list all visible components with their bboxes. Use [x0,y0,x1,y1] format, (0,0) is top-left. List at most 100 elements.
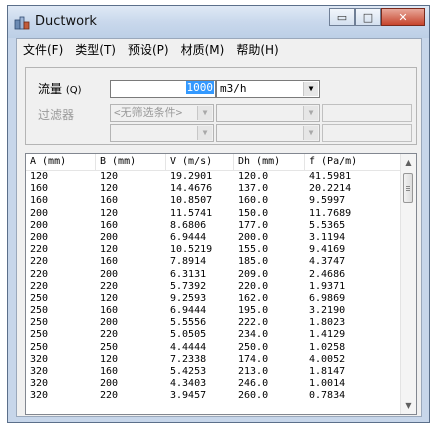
table-row[interactable]: 120 120 19.2901 120.0 41.5981 [26,171,401,183]
table-row[interactable]: 200 200 6.9444 200.0 3.1194 [26,232,401,244]
filter-select-1[interactable]: <无筛选条件> ▼ [110,104,214,122]
table-cell: 213.0 [238,366,269,377]
table-cell: 250 [100,341,119,353]
table-cell: 250 [30,305,49,317]
menu-file[interactable]: 文件(F) [17,39,69,61]
scroll-thumb[interactable] [403,173,413,203]
table-cell: 200 [100,317,119,329]
table-cell: 11.7689 [309,207,352,219]
filter-select-4[interactable]: ▼ [216,124,320,142]
table-row[interactable]: 250 220 5.0505 234.0 1.4129 [26,329,401,341]
table-cell: 120 [100,244,119,256]
title-bar[interactable]: Ductwork ▭ □ ✕ [8,6,429,38]
filter-label: 过滤器 [38,108,75,122]
table-row[interactable]: 220 160 7.8914 185.0 4.3747 [26,256,401,268]
table-cell: 120 [100,183,119,195]
table-cell: 14.4676 [170,183,213,195]
table-row[interactable]: 250 200 5.5556 222.0 1.8023 [26,317,401,329]
table-cell: 5.7392 [170,280,207,292]
table-cell: 150.0 [238,207,269,219]
table-body: 120 120 19.2901 120.0 41.5981 160 120 14.4676 13… [26,171,401,403]
table-cell: 1.4129 [309,329,346,341]
table-cell: 9.5997 [309,195,346,207]
filter-placeholder: <无筛选条件> [114,106,183,119]
column-header-dh[interactable]: Dh (mm) [234,154,305,170]
results-table[interactable]: A (mm) B (mm) V (m/s) Dh (mm) f (Pa/m) 1… [25,153,417,415]
table-cell: 162.0 [238,292,269,304]
table-row[interactable]: 320 200 4.3403 246.0 1.0014 [26,378,401,390]
table-row[interactable]: 160 160 10.8507 160.0 9.5997 [26,195,401,207]
table-cell: 41.5981 [309,171,352,182]
filter-value-input-1[interactable] [322,104,412,122]
chevron-down-icon: ▼ [303,82,318,96]
menu-preset[interactable]: 预设(P) [122,39,175,61]
caption-buttons: ▭ □ ✕ [329,8,425,26]
table-row[interactable]: 250 120 9.2593 162.0 6.9869 [26,293,401,305]
table-cell: 250 [30,292,49,304]
table-cell: 220.0 [238,280,269,292]
filter-value-input-2[interactable] [322,124,412,142]
minimize-button[interactable]: ▭ [329,8,355,26]
table-cell: 6.3131 [170,268,207,280]
filter-select-3[interactable]: ▼ [110,124,214,142]
table-cell: 185.0 [238,256,269,268]
column-header-a[interactable]: A (mm) [26,154,96,170]
table-row[interactable]: 320 220 3.9457 260.0 0.7834 [26,390,401,402]
table-cell: 320 [30,390,49,402]
app-window: Ductwork ▭ □ ✕ 文件(F) 类型(T) 预设(P) 材质(M) 帮… [7,5,430,423]
table-cell: 137.0 [238,183,269,195]
table-cell: 7.2338 [170,353,207,365]
menu-help[interactable]: 帮助(H) [230,39,284,61]
table-cell: 246.0 [238,378,269,390]
table-cell: 7.8914 [170,256,207,268]
table-cell: 1.8147 [309,366,346,377]
table-cell: 160 [100,305,119,317]
maximize-button[interactable]: □ [355,8,381,26]
filter-select-2[interactable]: ▼ [216,104,320,122]
table-row[interactable]: 320 160 5.4253 213.0 1.8147 [26,366,401,378]
table-cell: 200 [30,219,49,231]
table-cell: 220 [100,390,119,402]
flow-unit-select[interactable]: m3/h ▼ [216,80,320,98]
scroll-down-icon[interactable]: ▼ [401,398,416,413]
table-row[interactable]: 320 120 7.2338 174.0 4.0052 [26,354,401,366]
chevron-down-icon: ▼ [303,126,318,140]
table-cell: 320 [30,353,49,365]
table-row[interactable]: 220 120 10.5219 155.0 9.4169 [26,244,401,256]
column-header-f[interactable]: f (Pa/m) [305,154,401,170]
table-cell: 320 [30,366,49,377]
window-title: Ductwork [35,14,97,29]
table-cell: 5.0505 [170,329,207,341]
scroll-up-icon[interactable]: ▲ [401,155,416,170]
table-row[interactable]: 220 220 5.7392 220.0 1.9371 [26,281,401,293]
flow-input[interactable]: 1000 [110,80,216,98]
table-cell: 234.0 [238,329,269,341]
table-row[interactable]: 200 160 8.6806 177.0 5.5365 [26,220,401,232]
table-cell: 4.4444 [170,341,207,353]
table-cell: 120 [100,171,119,182]
table-cell: 220 [30,280,49,292]
table-cell: 10.5219 [170,244,213,256]
table-cell: 3.1194 [309,231,346,243]
table-row[interactable]: 250 160 6.9444 195.0 3.2190 [26,305,401,317]
table-row[interactable]: 200 120 11.5741 150.0 11.7689 [26,208,401,220]
table-cell: 250.0 [238,341,269,353]
table-cell: 222.0 [238,317,269,329]
table-cell: 220 [100,329,119,341]
table-cell: 4.3747 [309,256,346,268]
table-row[interactable]: 160 120 14.4676 137.0 20.2214 [26,183,401,195]
close-button[interactable]: ✕ [381,8,425,26]
menu-material[interactable]: 材质(M) [175,39,231,61]
table-cell: 8.6806 [170,219,207,231]
chevron-down-icon: ▼ [197,126,212,140]
table-cell: 209.0 [238,268,269,280]
flow-label-suffix: (Q) [65,85,82,96]
column-header-v[interactable]: V (m/s) [166,154,234,170]
vertical-scrollbar[interactable]: ▲ ▼ [400,154,416,414]
table-row[interactable]: 220 200 6.3131 209.0 2.4686 [26,269,401,281]
table-row[interactable]: 250 250 4.4444 250.0 1.0258 [26,342,401,354]
menu-type[interactable]: 类型(T) [69,39,122,61]
column-header-b[interactable]: B (mm) [96,154,166,170]
table-cell: 6.9869 [309,292,346,304]
input-panel: 流量 (Q) 1000 m3/h ▼ 过滤器 <无筛选条件> ▼ ▼ ▼ ▼ [25,67,417,145]
